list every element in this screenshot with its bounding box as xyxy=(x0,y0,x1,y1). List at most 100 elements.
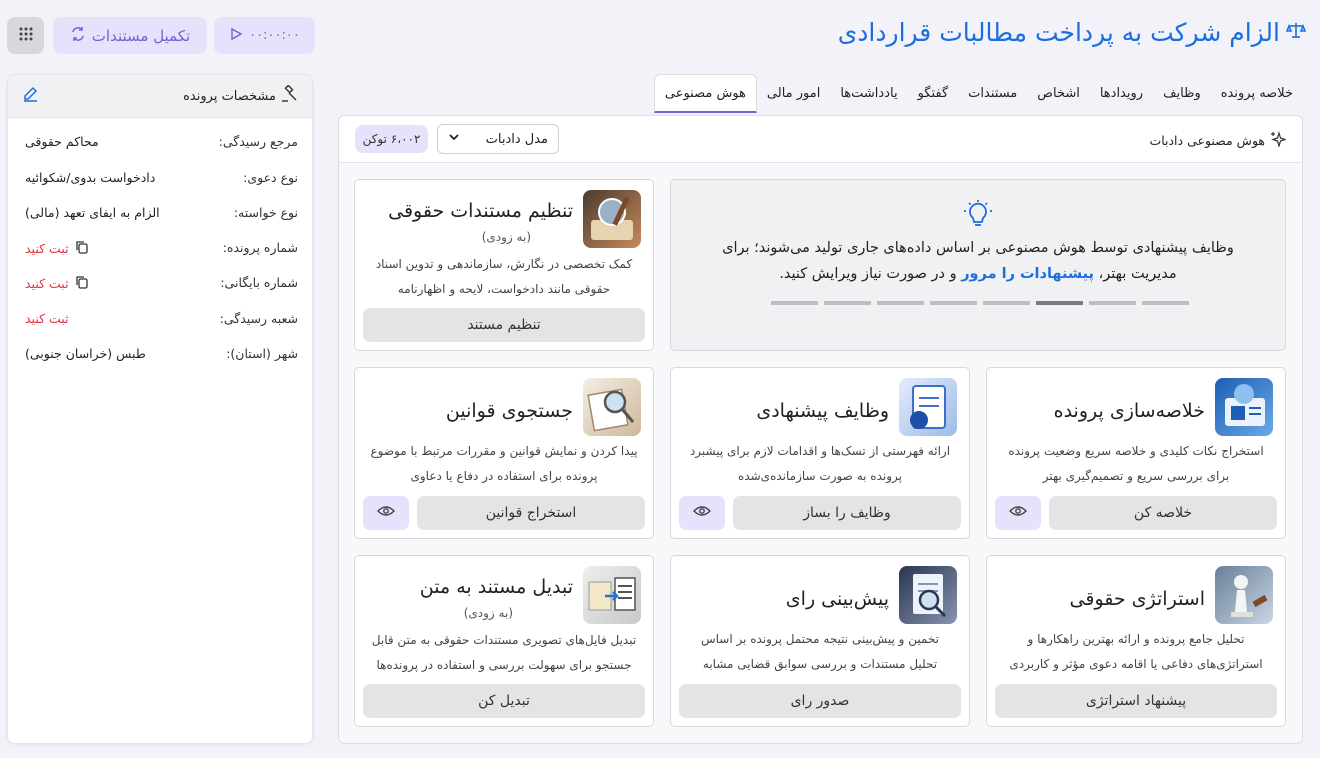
card-description: ارائه فهرستی از تسک‌ها و اقدامات لازم بر… xyxy=(679,439,961,489)
summary-image-icon xyxy=(1215,378,1273,436)
ai-panel-title: هوش مصنوعی دادبات xyxy=(1149,130,1287,150)
card-description-line: پرونده به صورت سازمانده‌ی‌شده xyxy=(738,469,902,483)
play-icon xyxy=(229,27,243,45)
register-link[interactable]: ثبت کنید xyxy=(25,276,69,291)
view-laws-button[interactable] xyxy=(363,496,409,530)
eye-icon xyxy=(1009,505,1027,521)
model-select[interactable]: مدل دادبات xyxy=(437,124,559,154)
complete-docs-label: تکمیل مستندات xyxy=(91,26,191,45)
tab-summary[interactable]: خلاصه پرونده xyxy=(1211,74,1303,113)
card-title: جستجوی قوانین xyxy=(445,400,573,422)
issue-verdict-button[interactable]: صدور رای xyxy=(679,684,961,718)
row-value-group: ثبت کنید xyxy=(25,240,89,257)
complete-docs-button[interactable]: تکمیل مستندات xyxy=(53,17,207,54)
sync-icon xyxy=(70,26,86,46)
carousel-dot[interactable] xyxy=(930,301,977,305)
case-details-sidebar: مشخصات پرونده مرجع رسیدگی: محاکم حقوقی نو… xyxy=(7,74,313,744)
register-link[interactable]: ثبت کنید xyxy=(25,311,69,326)
row-value: طبس (خراسان جنوبی) xyxy=(25,346,146,361)
copy-icon[interactable] xyxy=(75,240,89,257)
row-value: دادخواست بدوی/شکوائیه xyxy=(25,170,156,185)
page-title-text: الزام شرکت به پرداخت مطالبات قراردادی xyxy=(837,18,1280,47)
carousel-dot[interactable] xyxy=(983,301,1030,305)
sidebar-title: مشخصات پرونده xyxy=(183,84,298,107)
ai-info-banner: وظایف پیشنهادی توسط هوش مصنوعی بر اساس د… xyxy=(670,179,1286,351)
card-description: کمک تخصصی در نگارش، سازماندهی و تدوین اس… xyxy=(363,252,645,302)
draft-document-button[interactable]: تنظیم مستند xyxy=(363,308,645,342)
token-badge: ۶،۰۰۲ توکن xyxy=(355,125,428,153)
review-suggestions-link[interactable]: پیشنهادات را مرور xyxy=(961,266,1094,282)
case-tabs: خلاصه پرونده وظایف رویدادها اشخاص مستندا… xyxy=(653,74,1303,113)
tab-events[interactable]: رویدادها xyxy=(1090,74,1153,113)
card-description: تحلیل جامع پرونده و ارائه بهترین راهکاره… xyxy=(995,627,1277,677)
card-description-line: ارائه فهرستی از تسک‌ها و اقدامات لازم بر… xyxy=(689,444,951,458)
card-description: تبدیل فایل‌های تصویری مستندات حقوقی به م… xyxy=(363,628,645,678)
top-bar: الزام شرکت به پرداخت مطالبات قراردادی تک… xyxy=(0,0,1320,70)
card-description: تخمین و پیش‌بینی نتیجه محتمل پرونده بر ا… xyxy=(679,627,961,677)
card-description-line: پیدا کردن و نمایش قوانین و مقررات مرتبط … xyxy=(370,444,638,458)
card-description-line: استراتژی‌های دفاعی یا اقامه دعوی مؤثر و … xyxy=(1009,657,1263,671)
extract-laws-button[interactable]: استخراج قوانین xyxy=(417,496,645,530)
view-summary-button[interactable] xyxy=(995,496,1041,530)
ocr-image-icon xyxy=(583,566,641,624)
suggest-strategy-button[interactable]: پیشنهاد استراتژی xyxy=(995,684,1277,718)
tab-finance[interactable]: امور مالی xyxy=(757,74,830,113)
register-link[interactable]: ثبت کنید xyxy=(25,241,69,256)
card-description-line: تحلیل جامع پرونده و ارائه بهترین راهکاره… xyxy=(1027,632,1245,646)
card-description-line: برای بررسی سریع و تصمیم‌گیری بهتر xyxy=(1042,469,1230,483)
sidebar-row-reference: مرجع رسیدگی: محاکم حقوقی xyxy=(8,134,314,154)
ai-info-text: وظایف پیشنهادی توسط هوش مصنوعی بر اساس د… xyxy=(701,235,1255,287)
card-description-line: جستجو برای سهولت بررسی و استفاده در پرون… xyxy=(376,658,632,672)
card-title: وظایف پیشنهادی xyxy=(756,400,889,422)
generate-tasks-button[interactable]: وظایف را بساز xyxy=(733,496,961,530)
row-value: الزام به ایفای تعهد (مالی) xyxy=(25,205,160,220)
row-key: شهر (استان): xyxy=(226,346,298,361)
edit-icon[interactable] xyxy=(22,86,39,107)
tab-persons[interactable]: اشخاص xyxy=(1027,74,1090,113)
page-title: الزام شرکت به پرداخت مطالبات قراردادی xyxy=(837,18,1307,47)
tab-tasks[interactable]: وظایف xyxy=(1153,74,1211,113)
sidebar-row-branch: شعبه رسیدگی: ثبت کنید xyxy=(8,311,314,331)
tab-chat[interactable]: گفتگو xyxy=(908,74,959,113)
card-summary: خلاصه‌سازی پرونده استخراج نکات کلیدی و خ… xyxy=(986,367,1286,539)
card-description-line: کمک تخصصی در نگارش، سازماندهی و تدوین اس… xyxy=(375,257,633,271)
card-description: استخراج نکات کلیدی و خلاصه سریع وضعیت پر… xyxy=(995,439,1277,489)
gavel-icon xyxy=(280,84,298,107)
copy-icon[interactable] xyxy=(75,275,89,292)
card-description-line: حقوقی مانند دادخواست، لایحه و اظهارنامه xyxy=(397,282,611,296)
sidebar-row-city: شهر (استان): طبس (خراسان جنوبی) xyxy=(8,346,314,366)
tab-notes[interactable]: یادداشت‌ها xyxy=(830,74,907,113)
ai-info-text-2: و در صورت نیاز ویرایش کنید. xyxy=(779,266,962,282)
row-key: شعبه رسیدگی: xyxy=(219,311,298,326)
tab-documents[interactable]: مستندات xyxy=(958,74,1027,113)
sparkle-icon xyxy=(1270,130,1287,150)
chevron-down-icon xyxy=(448,131,460,147)
summarize-button[interactable]: خلاصه کن xyxy=(1049,496,1277,530)
sidebar-row-claim-type: نوع دعوی: دادخواست بدوی/شکوائیه xyxy=(8,170,314,190)
row-value-group: ثبت کنید xyxy=(25,275,89,292)
card-tasks: وظایف پیشنهادی ارائه فهرستی از تسک‌ها و … xyxy=(670,367,970,539)
card-ocr: تبدیل مستند به متن (به زودی) تبدیل فایل‌… xyxy=(354,555,654,727)
sidebar-row-case-number: شماره پرونده: ثبت کنید xyxy=(8,240,314,260)
row-key: نوع خواسته: xyxy=(233,205,298,220)
ai-panel-header: هوش مصنوعی دادبات مدل دادبات ۶،۰۰۲ توکن xyxy=(339,116,1302,163)
row-key: شماره پرونده: xyxy=(222,240,298,255)
card-description-line: تبدیل فایل‌های تصویری مستندات حقوقی به م… xyxy=(371,633,637,647)
tab-ai[interactable]: هوش مصنوعی xyxy=(653,74,757,113)
card-description-line: استخراج نکات کلیدی و خلاصه سریع وضعیت پر… xyxy=(1008,444,1264,458)
carousel-dot[interactable] xyxy=(824,301,871,305)
timer-button[interactable]: ۰۰:۰۰:۰۰ xyxy=(214,17,315,54)
apps-grid-button[interactable] xyxy=(7,17,44,54)
timer-text: ۰۰:۰۰:۰۰ xyxy=(249,28,300,43)
view-tasks-button[interactable] xyxy=(679,496,725,530)
carousel-dot-active[interactable] xyxy=(1036,301,1083,305)
eye-icon xyxy=(693,505,711,521)
carousel-dot[interactable] xyxy=(771,301,818,305)
carousel-dot[interactable] xyxy=(877,301,924,305)
carousel-dot[interactable] xyxy=(1142,301,1189,305)
laws-image-icon xyxy=(583,378,641,436)
scale-icon xyxy=(1285,20,1307,45)
carousel-dot[interactable] xyxy=(1089,301,1136,305)
convert-button[interactable]: تبدیل کن xyxy=(363,684,645,718)
card-description: پیدا کردن و نمایش قوانین و مقررات مرتبط … xyxy=(363,439,645,489)
